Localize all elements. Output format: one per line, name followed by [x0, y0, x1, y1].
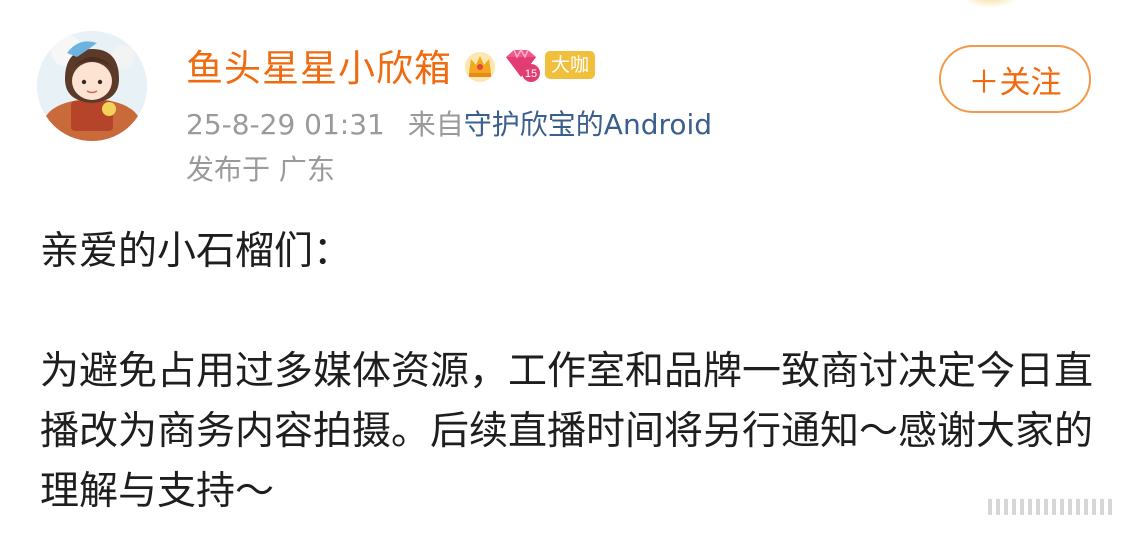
timestamp: 25-8-29 01:31 — [186, 108, 385, 141]
source-prefix: 来自 — [407, 108, 464, 141]
level-number: 15 — [525, 68, 537, 80]
follow-button[interactable]: ＋关注 — [939, 45, 1091, 113]
avatar-image — [37, 31, 147, 141]
post-body: 亲爱的小石榴们： 为避免占用过多媒体资源，工作室和品牌一致商讨决定今日直播改为商… — [40, 222, 1100, 522]
post-message: 为避免占用过多媒体资源，工作室和品牌一致商讨决定今日直播改为商务内容拍摄。后续直… — [40, 349, 1094, 514]
location-text: 发布于 广东 — [186, 153, 335, 186]
meta-row: 25-8-29 01:31 来自守护欣宝的Android — [186, 103, 712, 143]
corner-decoration — [960, 0, 1020, 8]
name-row: 鱼头星星小欣箱 15 大咖 — [186, 38, 596, 92]
gem-level-icon: 15 — [506, 48, 540, 82]
crown-icon — [465, 52, 495, 82]
vip-badge: 大咖 — [545, 51, 596, 79]
source-device-link[interactable]: 守护欣宝的Android — [464, 108, 712, 141]
avatar[interactable] — [37, 31, 147, 141]
username[interactable]: 鱼头星星小欣箱 — [186, 38, 452, 92]
post-greeting: 亲爱的小石榴们： — [40, 229, 353, 274]
more-dots-icon[interactable] — [986, 496, 1116, 518]
